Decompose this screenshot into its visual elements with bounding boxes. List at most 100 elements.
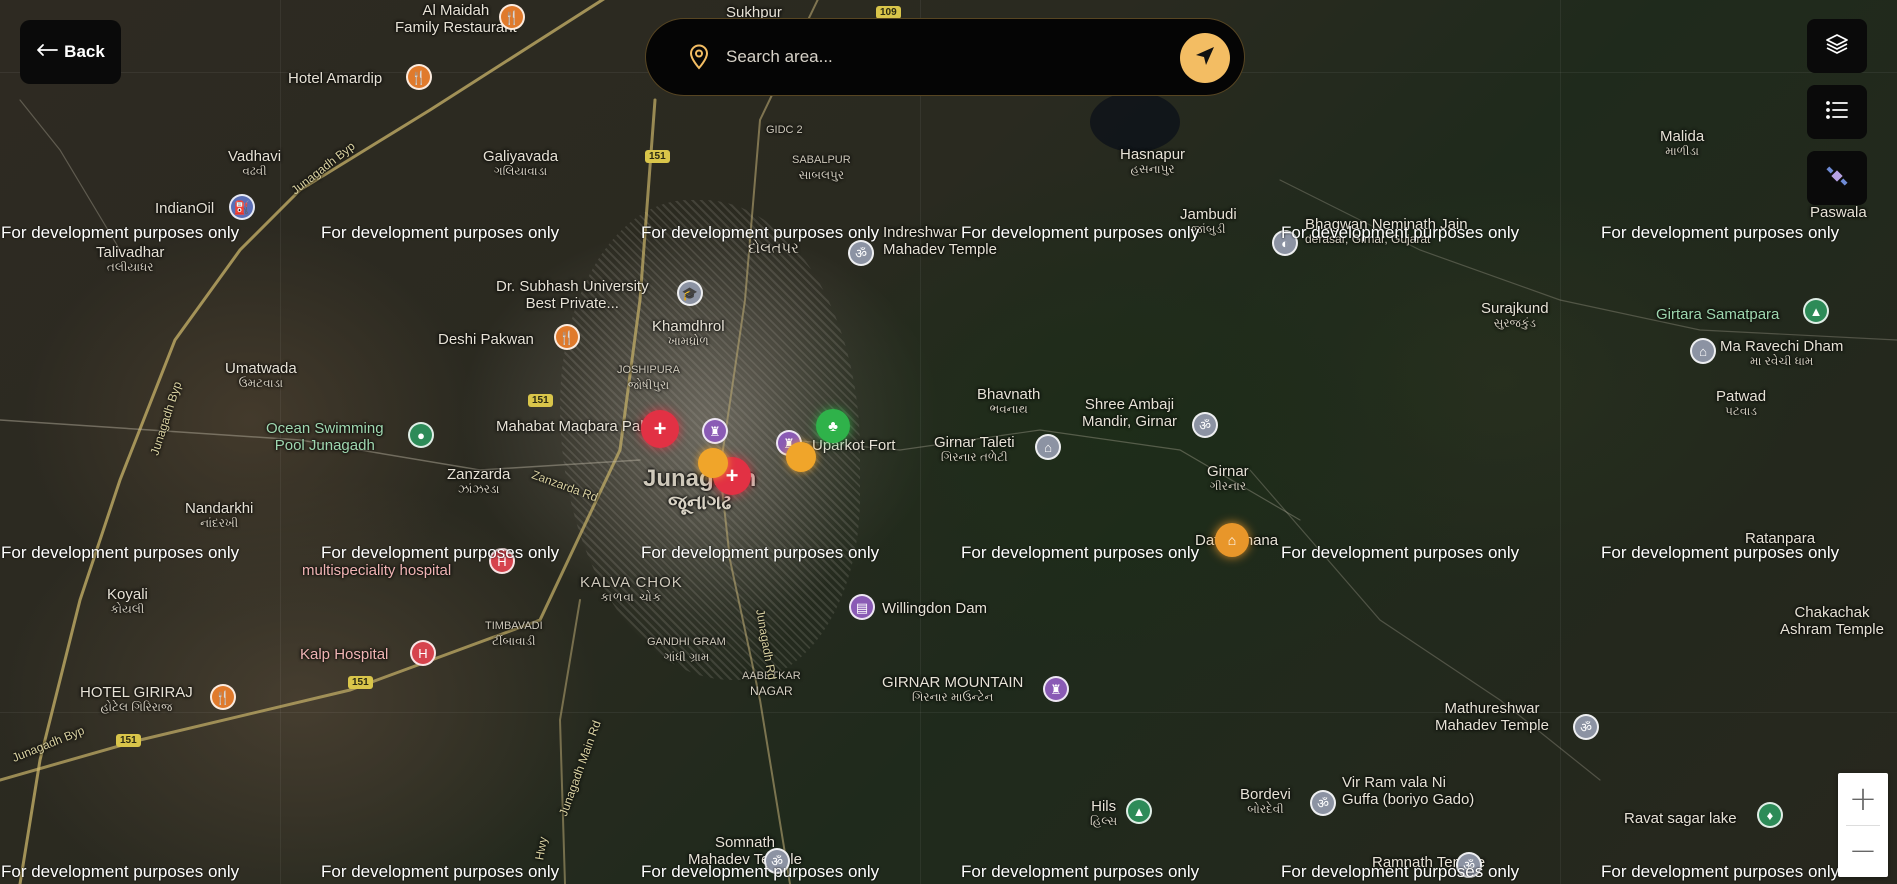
dev-watermark: For development purposes only	[321, 543, 560, 562]
place-label: multispeciality hospital	[302, 562, 452, 579]
hills-icon[interactable]: ▲	[1126, 798, 1152, 824]
satellite-button[interactable]	[1807, 151, 1867, 205]
place-label: Zanzarda ઝાંઝરડા	[447, 466, 511, 496]
location-pin-icon	[688, 44, 710, 70]
place-label: Kalp Hospital	[300, 646, 389, 663]
place-label: GIDC 2	[766, 124, 803, 136]
zoom-divider	[1846, 825, 1880, 826]
place-label: Chakachak Ashram Temple	[1780, 604, 1884, 638]
place-marker[interactable]	[698, 448, 728, 478]
place-label: Galiyavada ગલિયાવાડા	[483, 148, 559, 178]
search-input[interactable]	[726, 37, 1166, 77]
temple-marker[interactable]: ⌂	[1215, 523, 1249, 557]
dev-watermark: For development purposes only	[641, 543, 880, 562]
back-button[interactable]: Back	[20, 20, 121, 84]
dev-watermark: For development purposes only	[1, 543, 240, 562]
place-label: HOTEL GIRIRAJ હોટેલ ગિરિરાજ	[80, 684, 193, 714]
dam-icon[interactable]: ▤	[849, 594, 875, 620]
place-label: Willingdon Dam	[882, 600, 988, 617]
place-label: Ocean Swimming Pool Junagadh	[266, 420, 384, 454]
map-canvas[interactable]: 151 151 151 151 109 Al Maidah Family Rest…	[0, 0, 1897, 884]
place-label: Talivadhar તલીયાધર	[96, 244, 165, 274]
zoom-out-button[interactable]: −	[1838, 825, 1888, 877]
shrine-icon[interactable]: ⌂	[1035, 434, 1061, 460]
place-label: Girnar ગીરનાર	[1207, 463, 1249, 493]
dev-watermark: For development purposes only	[641, 223, 880, 242]
place-label: Girtara Samatpara	[1656, 306, 1780, 323]
dev-watermark: For development purposes only	[1281, 223, 1520, 242]
place-label: Nandarkhi નાંદરખી	[185, 500, 254, 530]
hospital-icon[interactable]: H	[410, 640, 436, 666]
place-label: Hasnapur હસનાપુર	[1120, 146, 1186, 176]
place-label: Bordevi બોરદેવી	[1240, 786, 1291, 816]
temple-icon[interactable]: ॐ	[1573, 714, 1599, 740]
place-label: Paswala	[1810, 204, 1867, 221]
place-label: Girnar Taleti ગિરનાર તળેટી	[934, 434, 1015, 464]
highway-shield: 151	[645, 150, 670, 163]
place-label: Koyali કોયલી	[107, 586, 148, 616]
place-label: Ma Ravechi Dham મા રવેચી ધામ	[1720, 338, 1844, 368]
dev-watermark: For development purposes only	[1601, 862, 1840, 881]
restaurant-icon[interactable]: 🍴	[406, 64, 432, 90]
place-label: Hils હિલ્સ	[1090, 798, 1118, 828]
university-icon[interactable]: 🎓	[677, 280, 703, 306]
place-label: Malida માળીડા	[1660, 128, 1705, 158]
dev-watermark: For development purposes only	[961, 543, 1200, 562]
place-label: Hotel Amardip	[288, 70, 383, 87]
mountain-icon[interactable]: ♜	[1043, 676, 1069, 702]
place-label: KALVA CHOK કાળવા ચોક	[580, 574, 683, 604]
place-label: Surajkund સુરજકુંડ	[1481, 300, 1549, 330]
dev-watermark: For development purposes only	[321, 862, 560, 881]
place-label: Dr. Subhash University Best Private...	[496, 278, 649, 312]
place-label: SABALPUR સાબલપુર	[792, 154, 851, 182]
temple-icon[interactable]: ॐ	[848, 240, 874, 266]
place-label: Shree Ambaji Mandir, Girnar	[1082, 396, 1178, 430]
fuel-station-icon[interactable]: ⛽	[229, 194, 255, 220]
highway-shield: 151	[348, 676, 373, 689]
zoom-control: + −	[1838, 773, 1888, 877]
highway-shield: 151	[116, 734, 141, 747]
place-label: Vadhavi વઢવી	[228, 148, 282, 178]
dev-watermark: For development purposes only	[961, 223, 1200, 242]
layers-button[interactable]	[1807, 19, 1867, 73]
dev-watermark: For development purposes only	[1, 862, 240, 881]
place-label: GANDHI GRAM ગાંધી ગ્રામ	[647, 636, 726, 664]
zoom-in-button[interactable]: +	[1838, 773, 1888, 825]
search-bar	[645, 18, 1245, 96]
dev-watermark: For development purposes only	[641, 862, 880, 881]
swimming-icon[interactable]: ●	[408, 422, 434, 448]
temple-icon[interactable]: ॐ	[1192, 412, 1218, 438]
layers-icon	[1825, 32, 1849, 61]
navigation-arrow-icon	[1194, 45, 1216, 72]
dev-watermark: For development purposes only	[321, 223, 560, 242]
list-view-button[interactable]	[1807, 85, 1867, 139]
restaurant-icon[interactable]: 🍴	[499, 4, 525, 30]
place-label: Ravat sagar lake	[1624, 810, 1737, 827]
cave-icon[interactable]: ॐ	[1310, 790, 1336, 816]
dev-watermark: For development purposes only	[1601, 543, 1840, 562]
arrow-left-icon	[36, 42, 59, 62]
hospital-marker[interactable]: +	[641, 410, 679, 448]
place-label: Khamdhrol ખામધ્રોળ	[652, 318, 725, 348]
place-label: Bhavnath ભવનાથ	[977, 386, 1041, 416]
dev-watermark: For development purposes only	[1281, 862, 1520, 881]
dev-watermark: For development purposes only	[1601, 223, 1840, 242]
restaurant-icon[interactable]: 🍴	[554, 324, 580, 350]
dev-watermark: For development purposes only	[1281, 543, 1520, 562]
locate-me-button[interactable]	[1180, 33, 1230, 83]
back-label: Back	[64, 42, 105, 61]
place-label: Vir Ram vala Ni Guffa (boriyo Gado)	[1342, 774, 1475, 808]
place-label: દોલતપર	[748, 240, 799, 257]
temple-icon[interactable]: ⌂	[1690, 338, 1716, 364]
place-label: IndianOil	[155, 200, 215, 217]
lake-icon[interactable]: ♦	[1757, 802, 1783, 828]
park-marker[interactable]: ♣	[816, 409, 850, 443]
restaurant-icon[interactable]: 🍴	[210, 684, 236, 710]
place-label: Deshi Pakwan	[438, 331, 534, 348]
park-icon[interactable]: ▲	[1803, 298, 1829, 324]
place-marker[interactable]	[786, 442, 816, 472]
monument-icon[interactable]: ♜	[702, 418, 728, 444]
satellite-icon	[1825, 164, 1849, 193]
place-label: TIMBAVADI ટીંબાવાડી	[485, 620, 543, 648]
place-label: JOSHIPURA જોષીપુરા	[617, 364, 680, 392]
